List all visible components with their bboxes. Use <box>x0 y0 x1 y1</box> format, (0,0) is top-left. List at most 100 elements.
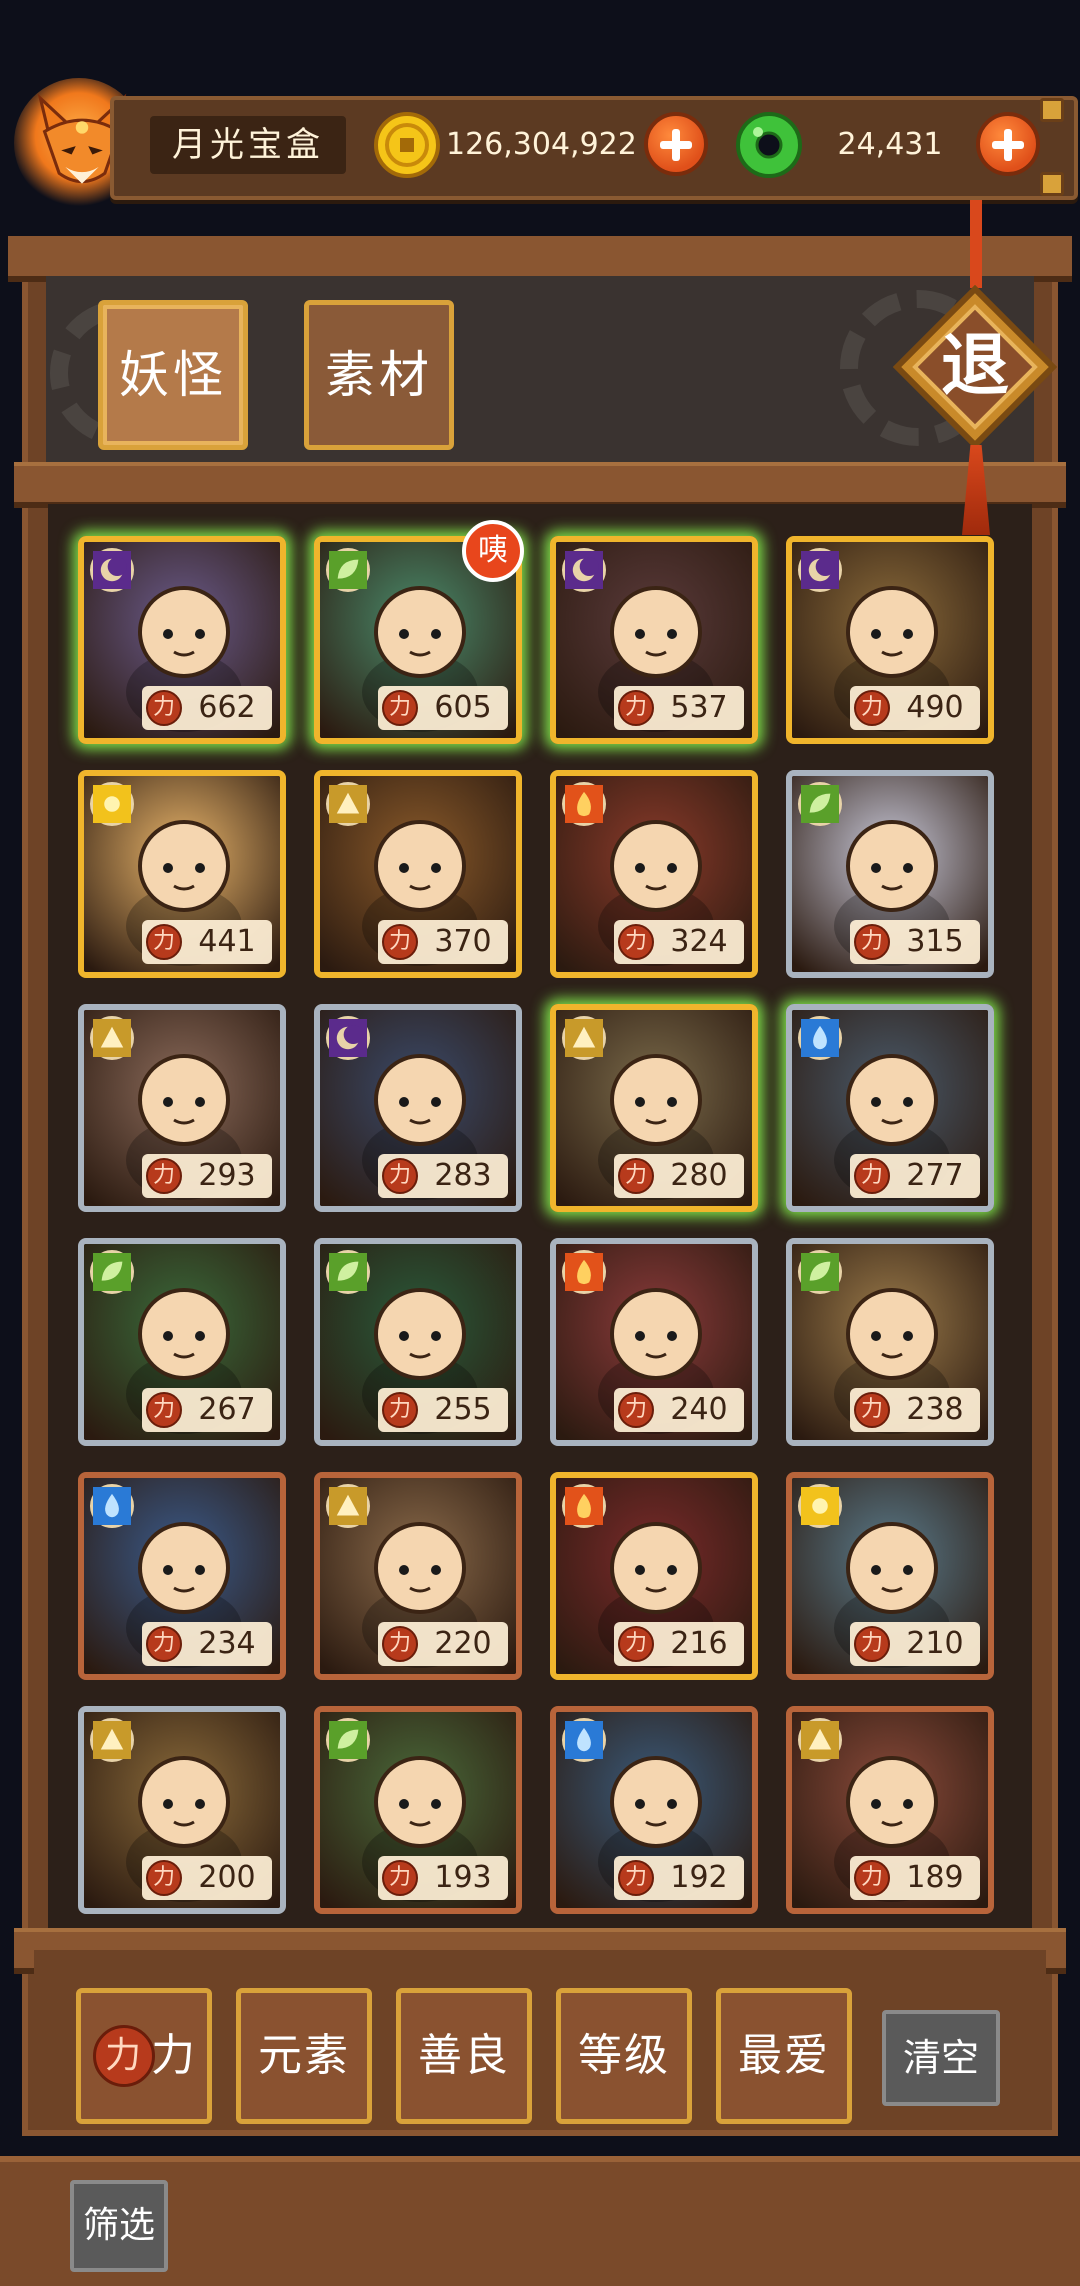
power-tag: 193 <box>378 1856 508 1900</box>
filter-power-label: 力 <box>151 2030 197 2081</box>
power-tag: 267 <box>142 1388 272 1432</box>
add-gold-button[interactable] <box>644 112 708 176</box>
creature-card[interactable]: 283 <box>314 1004 522 1212</box>
creature-card[interactable]: 280 <box>550 1004 758 1212</box>
power-icon <box>854 1626 890 1662</box>
power-value: 220 <box>434 1626 492 1661</box>
power-icon <box>146 1158 182 1194</box>
creature-card[interactable]: 315 <box>786 770 994 978</box>
power-icon <box>382 690 418 726</box>
creature-card[interactable]: 441 <box>78 770 286 978</box>
jade-amount: 24,431 <box>837 127 943 162</box>
filter-power-button[interactable]: 力 力 <box>76 1988 212 2124</box>
creature-card[interactable]: 216 <box>550 1472 758 1680</box>
power-tag: 210 <box>850 1622 980 1666</box>
player-name[interactable]: 月光宝盒 <box>150 116 346 174</box>
filter-element-button[interactable]: 元素 <box>236 1988 372 2124</box>
power-icon <box>854 1860 890 1896</box>
exit-label[interactable]: 退 <box>893 285 1057 449</box>
power-icon <box>618 1392 654 1428</box>
power-value: 238 <box>906 1392 964 1427</box>
power-value: 192 <box>670 1860 728 1895</box>
power-value: 200 <box>198 1860 256 1895</box>
power-tag: 277 <box>850 1154 980 1198</box>
power-tag: 315 <box>850 920 980 964</box>
power-icon <box>854 924 890 960</box>
creature-card[interactable]: 189 <box>786 1706 994 1914</box>
bolt-decor <box>1040 172 1064 196</box>
power-value: 662 <box>198 690 256 725</box>
creature-card[interactable]: 277 <box>786 1004 994 1212</box>
power-icon <box>146 1860 182 1896</box>
creature-card[interactable]: 255 <box>314 1238 522 1446</box>
leaf-element-icon <box>798 1250 842 1294</box>
power-tag: 537 <box>614 686 744 730</box>
power-icon <box>854 1158 890 1194</box>
earth-element-icon <box>326 782 370 826</box>
sun-element-icon <box>90 782 134 826</box>
power-tag: 324 <box>614 920 744 964</box>
power-icon: 力 <box>93 2025 155 2087</box>
creature-card[interactable]: 193 <box>314 1706 522 1914</box>
power-tag: 490 <box>850 686 980 730</box>
moon-element-icon <box>798 548 842 592</box>
tab-monsters[interactable]: 妖怪 <box>98 300 248 450</box>
power-icon <box>854 690 890 726</box>
power-value: 193 <box>434 1860 492 1895</box>
creature-card[interactable]: 324 <box>550 770 758 978</box>
leaf-element-icon <box>326 548 370 592</box>
creature-card[interactable]: 293 <box>78 1004 286 1212</box>
moon-element-icon <box>562 548 606 592</box>
power-value: 315 <box>906 924 964 959</box>
creature-card[interactable]: 210 <box>786 1472 994 1680</box>
earth-element-icon <box>562 1016 606 1060</box>
creature-card[interactable]: 490 <box>786 536 994 744</box>
power-value: 605 <box>434 690 492 725</box>
creature-card[interactable]: 240 <box>550 1238 758 1446</box>
leaf-element-icon <box>90 1250 134 1294</box>
creature-card[interactable]: 662 <box>78 536 286 744</box>
filter-favorite-button[interactable]: 最爱 <box>716 1988 852 2124</box>
creature-card[interactable]: 220 <box>314 1472 522 1680</box>
screen-filter-button[interactable]: 筛选 <box>70 2180 168 2272</box>
creature-card[interactable]: 238 <box>786 1238 994 1446</box>
leaf-element-icon <box>326 1718 370 1762</box>
clear-filter-button[interactable]: 清空 <box>882 2010 1000 2106</box>
power-tag: 240 <box>614 1388 744 1432</box>
bolt-decor <box>1040 98 1064 122</box>
power-tag: 189 <box>850 1856 980 1900</box>
power-icon <box>854 1392 890 1428</box>
moon-element-icon <box>326 1016 370 1060</box>
fire-element-icon <box>562 782 606 826</box>
power-tag: 370 <box>378 920 508 964</box>
filter-kindness-button[interactable]: 善良 <box>396 1988 532 2124</box>
power-value: 490 <box>906 690 964 725</box>
creature-card[interactable]: 234 <box>78 1472 286 1680</box>
gold-coin-icon <box>374 112 440 178</box>
creature-card[interactable]: 537 <box>550 536 758 744</box>
new-badge: 咦 <box>462 520 524 582</box>
power-icon <box>618 1860 654 1896</box>
filter-level-button[interactable]: 等级 <box>556 1988 692 2124</box>
power-icon <box>618 924 654 960</box>
power-icon <box>146 1626 182 1662</box>
add-jade-button[interactable] <box>976 112 1040 176</box>
exit-sign-cord <box>970 200 982 288</box>
power-value: 370 <box>434 924 492 959</box>
tab-materials[interactable]: 素材 <box>304 300 454 450</box>
power-value: 240 <box>670 1392 728 1427</box>
power-icon <box>382 1626 418 1662</box>
creature-card[interactable]: 370 <box>314 770 522 978</box>
power-icon <box>382 924 418 960</box>
power-icon <box>146 1392 182 1428</box>
power-icon <box>382 1860 418 1896</box>
water-element-icon <box>798 1016 842 1060</box>
power-value: 210 <box>906 1626 964 1661</box>
power-tag: 238 <box>850 1388 980 1432</box>
power-value: 189 <box>906 1860 964 1895</box>
power-value: 537 <box>670 690 728 725</box>
power-tag: 234 <box>142 1622 272 1666</box>
creature-card[interactable]: 267 <box>78 1238 286 1446</box>
creature-card[interactable]: 200 <box>78 1706 286 1914</box>
creature-card[interactable]: 192 <box>550 1706 758 1914</box>
